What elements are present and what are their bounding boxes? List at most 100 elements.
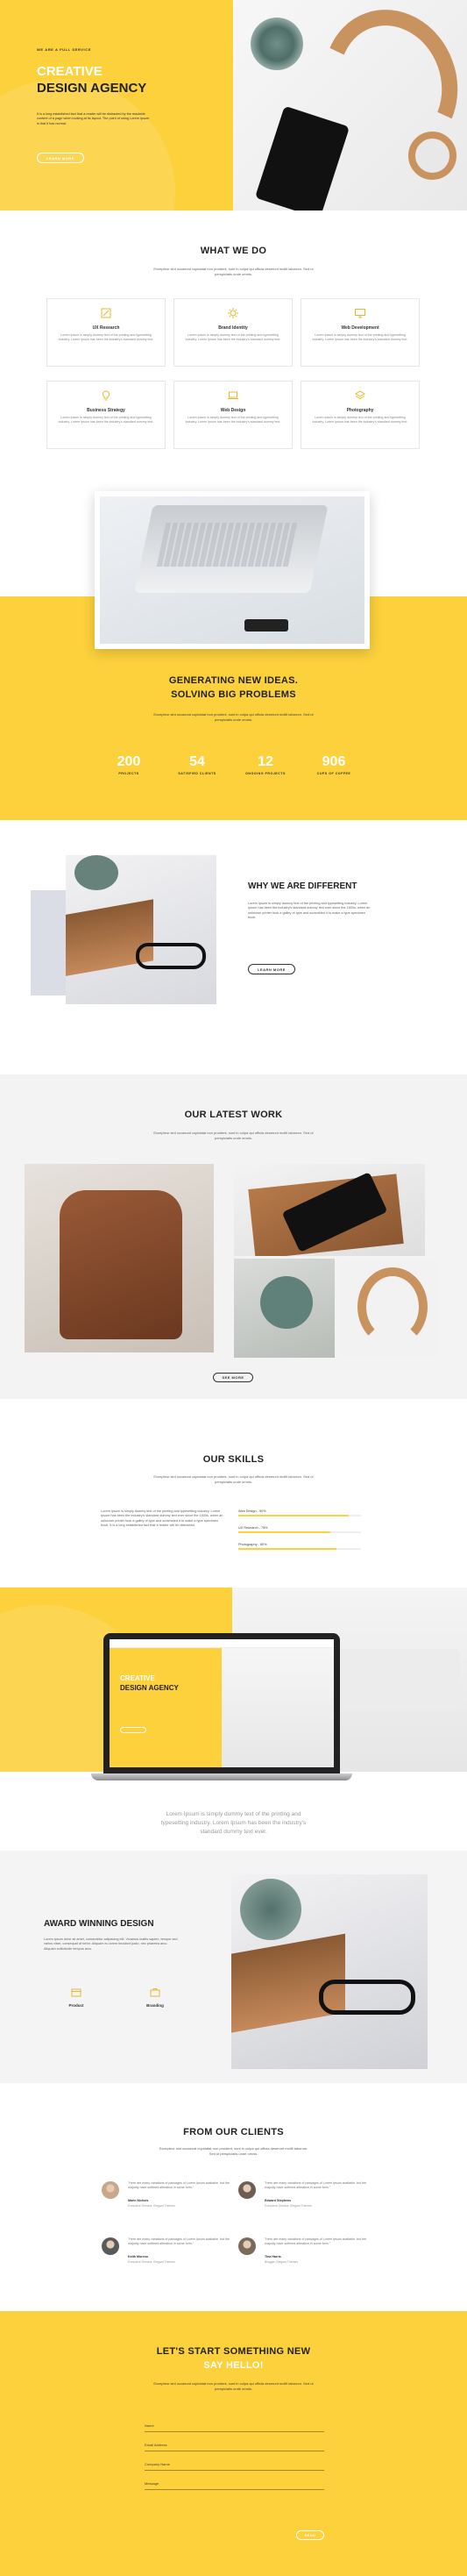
skill-item: Photography - 80%: [238, 1543, 361, 1550]
branding-icon: [149, 1987, 161, 1999]
contact-send-button[interactable]: SEND: [296, 2530, 324, 2540]
stat-item: 54 SATISFIED CLIENTS: [171, 754, 223, 775]
work-see-more-button[interactable]: SEE MORE: [213, 1373, 253, 1382]
award-body: Lorem ipsum dolor sit amet, consectetur …: [44, 1937, 178, 1951]
screen-left-yellow: [110, 1648, 222, 1767]
skills-subtitle: Excepteur sint occaecat cupidatat non pr…: [153, 1474, 314, 1484]
service-card: Web Design Lorem Ipsum is simply dummy te…: [173, 381, 293, 449]
testimonial: "Here are many variations of passages of…: [102, 2237, 233, 2273]
award-item-label: Branding: [146, 2003, 164, 2008]
skills-title: OUR SKILLS: [202, 1454, 265, 1465]
glasses: [136, 943, 206, 969]
service-card-desc: Lorem Ipsum is simply dummy text of the …: [185, 416, 281, 424]
clients-section: FROM OUR CLIENTS Excepteur sint occaecat…: [0, 2083, 467, 2311]
skill-label: Photography - 80%: [238, 1543, 267, 1546]
skill-item: Web Design - 90%: [238, 1509, 361, 1516]
work-plant-shape: [260, 1276, 313, 1329]
service-card: UX Research Lorem Ipsum is simply dummy t…: [46, 298, 166, 367]
work-item-headphones[interactable]: [340, 1259, 438, 1358]
testimonial: "Here are many variations of passages of…: [238, 2181, 370, 2216]
backpack-shape: [60, 1190, 182, 1339]
avatar: [102, 2181, 119, 2199]
skill-bar-fill: [238, 1515, 349, 1516]
award-item: Product: [54, 1987, 98, 2008]
service-card-title: Brand Identity: [218, 325, 248, 331]
avatar: [238, 2237, 256, 2255]
different-body: Lorem Ipsum is simply dummy text of the …: [248, 902, 371, 920]
skill-bar-fill: [238, 1548, 336, 1550]
contact-title-line1: LET'S START SOMETHING NEW: [156, 2346, 311, 2357]
award-item-label: Product: [68, 2003, 84, 2008]
phone: [254, 105, 350, 211]
work-headphones-band: [357, 1267, 428, 1346]
service-card-title: Photography: [346, 408, 374, 413]
stat-number: 200: [117, 754, 141, 769]
laptop-keyboard: [156, 523, 298, 567]
skill-label: Web Design - 90%: [238, 1509, 266, 1513]
laptop-base: [91, 1773, 352, 1780]
web-design-icon: [226, 389, 240, 403]
service-card-desc: Lorem Ipsum is simply dummy text of the …: [58, 416, 154, 424]
laptop-screen: CREATIVE DESIGN AGENCY: [110, 1639, 334, 1767]
stat-label: SATISFIED CLIENTS: [178, 772, 216, 775]
contact-field-name[interactable]: Name: [145, 2423, 324, 2432]
different-section: WHY WE ARE DIFFERENT Lorem Ipsum is simp…: [0, 820, 467, 1074]
desk-phone: [244, 619, 288, 632]
hero-decor-circle: [0, 79, 175, 211]
laptop-photo: [100, 496, 364, 644]
contact-field-email-address[interactable]: Email Address: [145, 2443, 324, 2451]
what-we-do-section: WHAT WE DO Excepteur sint occaecat cupid…: [0, 211, 467, 500]
hero-eyebrow: WE ARE A FULL SERVICE: [37, 47, 92, 52]
skill-label: UX Research - 75%: [238, 1526, 268, 1530]
service-card-desc: Lorem Ipsum is simply dummy text of the …: [185, 333, 281, 341]
testimonial: "Here are many variations of passages of…: [102, 2181, 233, 2216]
service-card-title: UX Research: [92, 325, 120, 331]
contact-field-message[interactable]: Message: [145, 2481, 324, 2490]
laptop-photo-frame: [95, 491, 370, 649]
testimonial-name: Edward Stephens: [265, 2199, 292, 2202]
testimonial-name: Marie Nichols: [128, 2199, 149, 2202]
hero-title-line1: CREATIVE: [37, 64, 103, 79]
what-we-do-title: WHAT WE DO: [200, 246, 267, 256]
work-item-phone[interactable]: [234, 1164, 425, 1256]
hero-section: WE ARE A FULL SERVICE CREATIVE DESIGN AG…: [0, 0, 467, 211]
contact-section: LET'S START SOMETHING NEW SAY HELLO! Exc…: [0, 2311, 467, 2576]
different-learn-more-button[interactable]: LEARN MORE: [248, 964, 295, 974]
skill-bar: [238, 1548, 361, 1550]
work-section: OUR LATEST WORK Excepteur sint occaecat …: [0, 1074, 467, 1399]
testimonial-quote: "Here are many variations of passages of…: [128, 2237, 230, 2245]
award-glasses: [319, 1980, 415, 2015]
ideas-title-line2: SOLVING BIG PROBLEMS: [171, 689, 296, 700]
skills-body: Lorem Ipsum is simply dummy text of the …: [101, 1509, 223, 1528]
service-card: Brand Identity Lorem Ipsum is simply dumm…: [173, 298, 293, 367]
award-title: AWARD WINNING DESIGN: [44, 1919, 154, 1929]
screen-title-line1: CREATIVE: [120, 1674, 155, 1682]
contact-field-company-name[interactable]: Company Name: [145, 2462, 324, 2471]
testimonial-role: Blogger, Elegant Themes: [265, 2260, 299, 2264]
service-card-title: Business Strategy: [87, 408, 125, 413]
service-card-title: Web Design: [220, 408, 246, 413]
stat-label: ONGOING PROJECTS: [245, 772, 286, 775]
work-item-plant[interactable]: [234, 1259, 335, 1358]
testimonial-quote: "Here are many variations of passages of…: [265, 2181, 366, 2189]
stat-item: 12 ONGOING PROJECTS: [239, 754, 292, 775]
service-card: Web Development Lorem Ipsum is simply dum…: [301, 298, 420, 367]
screen-right-photo: [222, 1648, 334, 1767]
headphones-cup: [408, 132, 456, 180]
stat-label: CUPS OF COFFEE: [316, 772, 351, 775]
web-development-icon: [353, 306, 367, 320]
screen-button: [120, 1727, 146, 1733]
testimonial-name: Tina Harris: [265, 2255, 281, 2258]
skill-bar: [238, 1531, 361, 1533]
work-item-backpack[interactable]: [25, 1164, 214, 1352]
hero-learn-more-button[interactable]: LEARN MORE: [37, 153, 84, 163]
plant-top: [74, 855, 118, 890]
testimonial-role: Executive Director, Elegant Themes: [128, 2260, 175, 2264]
stat-number: 12: [258, 754, 273, 769]
testimonial-quote: "Here are many variations of passages of…: [128, 2181, 230, 2189]
testimonial-name: Keith Moreno: [128, 2255, 148, 2258]
hero-title-line2: DESIGN AGENCY: [37, 81, 147, 96]
different-title: WHY WE ARE DIFFERENT: [248, 881, 357, 891]
award-section: AWARD WINNING DESIGN Lorem ipsum dolor s…: [0, 1851, 467, 2083]
ideas-title-line1: GENERATING NEW IDEAS.: [168, 675, 299, 686]
